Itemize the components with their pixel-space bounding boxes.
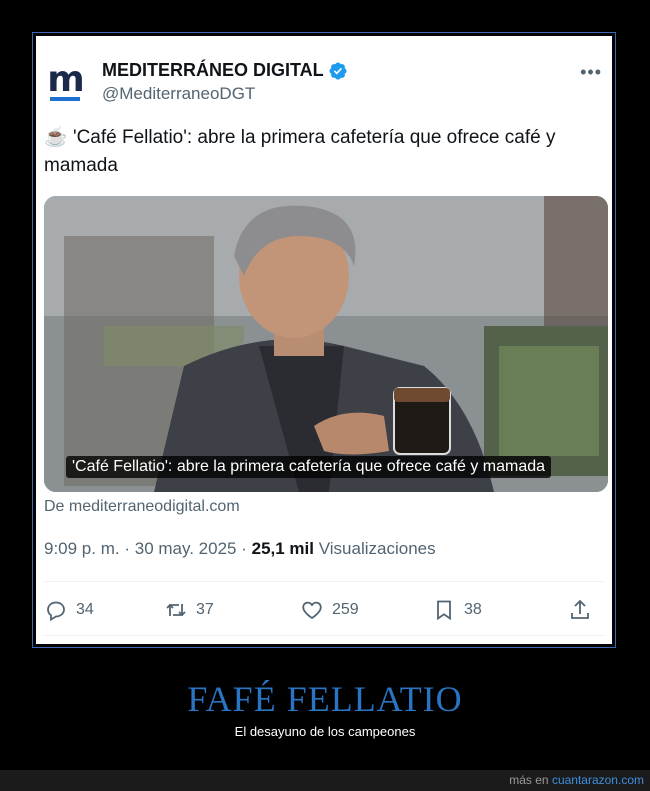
tweet-header: m MEDITERRÁNEO DIGITAL @MediterraneoDGT … [44, 56, 604, 106]
reply-count: 34 [76, 601, 94, 618]
account-handle[interactable]: @MediterraneoDGT [102, 84, 348, 104]
meta-separator: · [241, 539, 252, 558]
meme-subtitle: El desayuno de los campeones [234, 724, 416, 739]
tweet-date[interactable]: 30 may. 2025 [135, 539, 237, 558]
avatar-letter: m [47, 58, 84, 100]
retweet-count: 37 [196, 601, 214, 618]
action-bar: 34 37 259 38 [44, 592, 604, 628]
avatar-underline [50, 96, 80, 101]
retweet-button[interactable]: 37 [164, 598, 300, 622]
reply-icon [47, 601, 65, 622]
tweet-text: ☕ 'Café Fellatio': abre la primera cafet… [44, 124, 604, 180]
meme-title: FAFÉ FELLATIO [187, 679, 463, 719]
media-photo [44, 196, 608, 492]
tweet-meta: 9:09 p. m. · 30 may. 2025 · 25,1 mil Vis… [44, 539, 436, 559]
account-info: MEDITERRÁNEO DIGITAL @MediterraneoDGT [102, 60, 348, 104]
share-button[interactable] [568, 598, 592, 622]
like-button[interactable]: 259 [300, 598, 432, 622]
divider [44, 581, 604, 582]
reply-button[interactable]: 34 [44, 598, 164, 622]
heart-icon [302, 601, 322, 620]
avatar[interactable]: m [44, 58, 86, 104]
tweet-time[interactable]: 9:09 p. m. [44, 539, 120, 558]
like-count: 259 [332, 601, 359, 618]
media-caption: 'Café Fellatio': abre la primera cafeter… [66, 456, 552, 478]
share-icon [571, 599, 589, 619]
tweet-body: 'Café Fellatio': abre la primera cafeter… [44, 127, 556, 176]
verified-badge-icon [329, 61, 347, 80]
tweet-card: m MEDITERRÁNEO DIGITAL @MediterraneoDGT … [36, 36, 612, 644]
bookmark-icon [437, 600, 451, 621]
divider [44, 635, 604, 636]
coffee-emoji-icon: ☕ [44, 127, 68, 148]
more-options-icon[interactable]: ••• [580, 62, 602, 83]
footer-site-link[interactable]: cuantarazon.com [552, 773, 644, 787]
views-label: Visualizaciones [318, 539, 436, 558]
bookmark-count: 38 [464, 601, 482, 618]
views-count: 25,1 mil [251, 539, 314, 558]
tweet-media-image[interactable]: 'Café Fellatio': abre la primera cafeter… [44, 196, 608, 492]
meta-separator: · [124, 539, 135, 558]
bookmark-button[interactable]: 38 [432, 598, 568, 622]
tweet-screenshot-frame: m MEDITERRÁNEO DIGITAL @MediterraneoDGT … [32, 32, 616, 648]
site-footer: más en cuantarazon.com [0, 770, 650, 791]
footer-prefix: más en [509, 773, 549, 787]
retweet-icon [166, 603, 186, 617]
link-source[interactable]: De mediterraneodigital.com [44, 498, 240, 516]
account-name[interactable]: MEDITERRÁNEO DIGITAL [102, 60, 324, 81]
